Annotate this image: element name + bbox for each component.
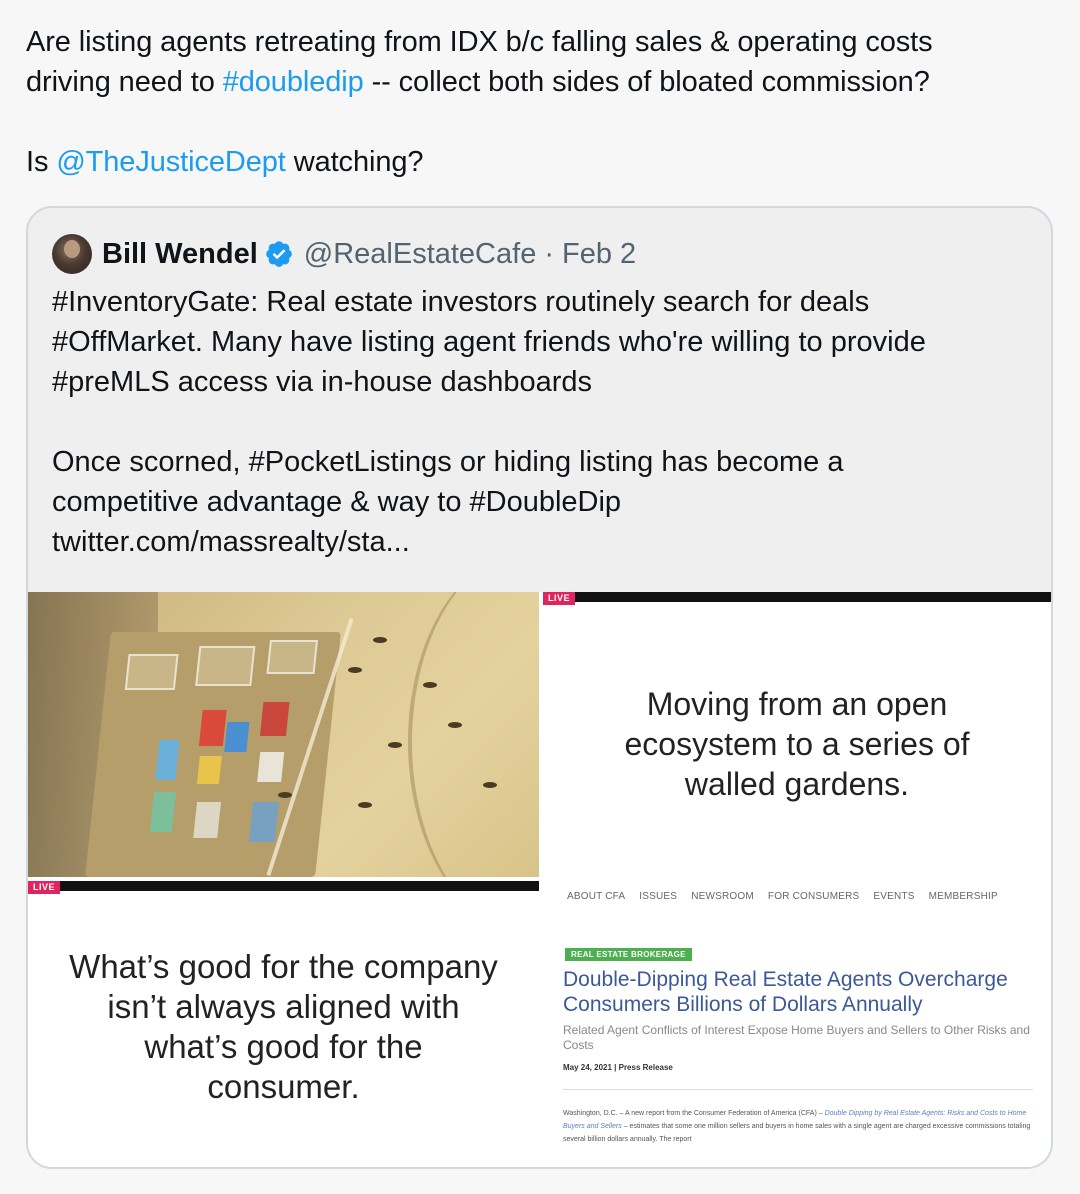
- article-paragraph: Washington, D.C. – A new report from the…: [563, 1107, 1043, 1146]
- slide-line: isn’t always aligned with: [107, 988, 460, 1025]
- slide-line: What’s good for the company: [69, 948, 498, 985]
- media-photo-1[interactable]: [28, 592, 539, 877]
- cfa-nav-item: MEMBERSHIP: [928, 891, 998, 902]
- cfa-nav-item: ISSUES: [639, 891, 678, 902]
- media-grid: LIVE Moving from an open ecosystem to a …: [28, 592, 1051, 1167]
- slide-text: Moving from an open ecosystem to a serie…: [563, 684, 1031, 804]
- slide-line: ecosystem to a series of: [624, 726, 970, 762]
- paragraph-text: Washington, D.C. – A new report from the…: [563, 1110, 825, 1117]
- tweet-text-segment: Is: [26, 146, 57, 178]
- quoted-tweet-body: #InventoryGate: Real estate investors ro…: [52, 282, 1042, 562]
- divider: [563, 1089, 1033, 1090]
- cfa-nav-item: ABOUT CFA: [567, 891, 626, 902]
- tweet-text-segment: driving need to: [26, 66, 223, 98]
- slide-line: walled gardens.: [684, 766, 910, 802]
- cfa-nav-item: NEWSROOM: [691, 891, 754, 902]
- display-name[interactable]: Bill Wendel: [102, 238, 258, 271]
- quoted-tweet-card[interactable]: Bill Wendel @RealEstateCafe · Feb 2 #Inv…: [26, 206, 1053, 1169]
- user-handle[interactable]: @RealEstateCafe: [304, 238, 537, 271]
- avatar[interactable]: [52, 234, 92, 274]
- mention-link[interactable]: @TheJusticeDept: [56, 146, 286, 178]
- article-date: May 24, 2021 | Press Release: [563, 1063, 673, 1072]
- slide-line: consumer.: [207, 1068, 360, 1105]
- cfa-nav-item: EVENTS: [873, 891, 915, 902]
- tweet-text-segment: Are listing agents retreating from IDX b…: [26, 26, 933, 58]
- quote-line: #InventoryGate: Real estate investors ro…: [52, 286, 870, 318]
- tweet-text-segment: watching?: [285, 146, 424, 178]
- article-title: Double-Dipping Real Estate Agents Overch…: [563, 968, 1008, 1016]
- tweet-line: Are listing agents retreating from IDX b…: [26, 22, 1056, 62]
- cfa-nav: ABOUT CFA ISSUES NEWSROOM FOR CONSUMERS …: [567, 891, 998, 902]
- quote-line: #OffMarket. Many have listing agent frie…: [52, 326, 926, 358]
- media-screenshot-4[interactable]: ABOUT CFA ISSUES NEWSROOM FOR CONSUMERS …: [543, 881, 1051, 1167]
- video-top-bar: [28, 881, 539, 891]
- slide-text: What’s good for the company isn’t always…: [48, 947, 519, 1107]
- video-top-bar: [543, 592, 1051, 602]
- tweet-line: driving need to #doubledip -- collect bo…: [26, 62, 1056, 102]
- tweet-line: Is @TheJusticeDept watching?: [26, 142, 1056, 182]
- board-image: [85, 632, 341, 877]
- slide-line: Moving from an open: [646, 686, 948, 722]
- live-badge: LIVE: [28, 881, 61, 894]
- tweet-date[interactable]: Feb 2: [562, 238, 636, 271]
- separator-dot: ·: [544, 237, 554, 270]
- paragraph-text: – estimates that some one million seller…: [563, 1123, 1031, 1143]
- tweet-text-segment: -- collect both sides of bloated commiss…: [363, 66, 930, 98]
- article-subtitle: Related Agent Conflicts of Interest Expo…: [563, 1023, 1030, 1052]
- live-badge: LIVE: [543, 592, 576, 605]
- verified-badge-icon: [265, 241, 292, 267]
- tweet-text: Are listing agents retreating from IDX b…: [26, 22, 1056, 182]
- cfa-nav-item: FOR CONSUMERS: [767, 891, 860, 902]
- category-tag: REAL ESTATE BROKERAGE: [565, 948, 692, 961]
- slide-line: what’s good for the: [144, 1028, 423, 1065]
- media-slide-2[interactable]: LIVE Moving from an open ecosystem to a …: [543, 592, 1051, 877]
- media-slide-3[interactable]: LIVE What’s good for the company isn’t a…: [28, 881, 539, 1167]
- hashtag-link[interactable]: #doubledip: [223, 66, 364, 98]
- quoted-tweet-header: Bill Wendel @RealEstateCafe · Feb 2: [52, 234, 636, 274]
- quote-line: competitive advantage & way to #DoubleDi…: [52, 486, 622, 518]
- quote-line: #preMLS access via in-house dashboards: [52, 366, 593, 398]
- quote-line: Once scorned, #PocketListings or hiding …: [52, 446, 844, 478]
- quote-link-line[interactable]: twitter.com/massrealty/sta...: [52, 522, 1042, 562]
